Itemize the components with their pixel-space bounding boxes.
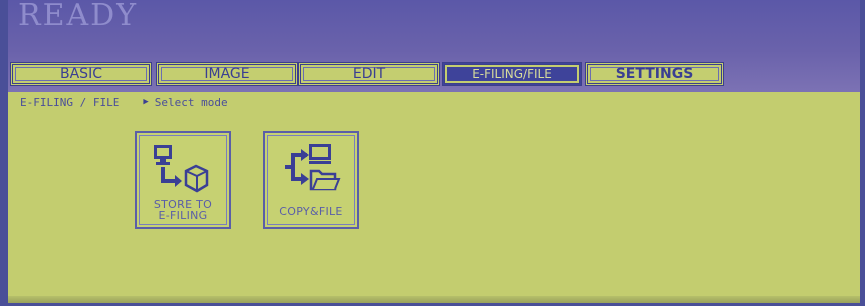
tab-settings-label: SETTINGS bbox=[615, 66, 694, 82]
machine-status: READY bbox=[18, 0, 139, 33]
tab-efiling-file[interactable]: E-FILING/FILE bbox=[442, 62, 582, 86]
tab-edit[interactable]: EDIT bbox=[298, 62, 440, 86]
copy-and-file-label: COPY&FILE bbox=[265, 206, 357, 217]
tab-basic[interactable]: BASIC bbox=[10, 62, 152, 86]
mode-tabs: BASIC IMAGE EDIT E-FILING/FILE SETTINGS bbox=[8, 62, 860, 90]
tab-basic-label: BASIC bbox=[60, 66, 102, 82]
touch-panel-screen: READY BASIC IMAGE EDIT E-FILING/FILE SET… bbox=[8, 0, 860, 303]
tab-efiling-file-label: E-FILING/FILE bbox=[472, 67, 552, 81]
tab-edit-label: EDIT bbox=[352, 66, 386, 82]
store-to-efiling-button[interactable]: STORE TO E-FILING bbox=[135, 131, 231, 229]
breadcrumb: E-FILING / FILE ▶ Select mode bbox=[20, 94, 228, 110]
store-to-efiling-label: STORE TO E-FILING bbox=[137, 199, 229, 221]
store-to-efiling-label-line2: E-FILING bbox=[158, 209, 208, 222]
tab-image[interactable]: IMAGE bbox=[156, 62, 298, 86]
copy-and-file-label-line1: COPY&FILE bbox=[279, 205, 343, 218]
breadcrumb-path: E-FILING / FILE bbox=[20, 95, 120, 109]
breadcrumb-hint: Select mode bbox=[154, 95, 228, 109]
copy-and-file-button[interactable]: COPY&FILE bbox=[263, 131, 359, 229]
store-to-efiling-icon bbox=[154, 145, 209, 193]
tab-image-label: IMAGE bbox=[204, 66, 250, 82]
copy-and-file-icon bbox=[285, 144, 341, 191]
tab-settings[interactable]: SETTINGS bbox=[585, 62, 724, 86]
screen-bottom-edge bbox=[8, 296, 860, 303]
play-arrow-icon: ▶ bbox=[143, 97, 149, 107]
